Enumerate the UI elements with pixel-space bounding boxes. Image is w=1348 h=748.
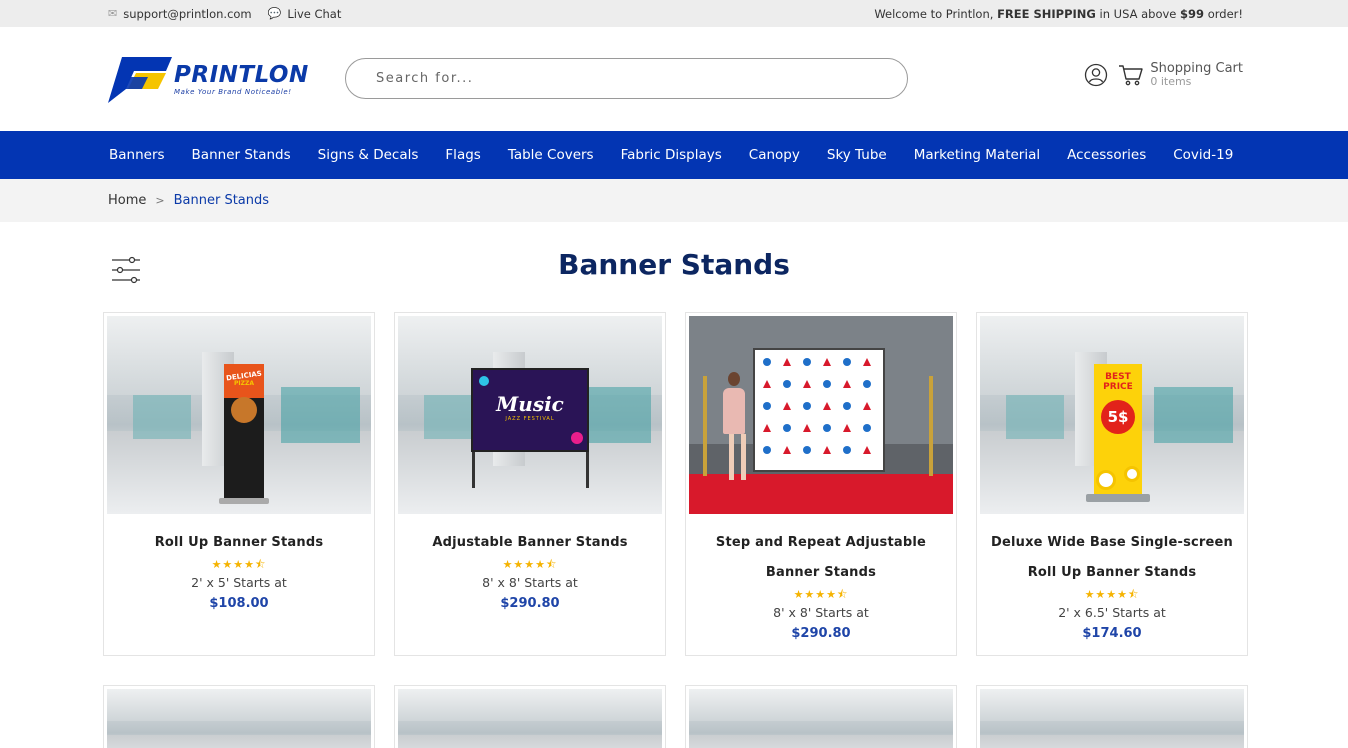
product-rating-stars: ★★★★⯪	[793, 588, 849, 601]
product-size: 8' x 8' Starts at	[773, 605, 869, 620]
product-name[interactable]: Roll Up Banner Stands	[104, 528, 374, 558]
site-header: PRINTLON Make Your Brand Noticeable! Sho…	[0, 27, 1348, 131]
breadcrumb-home[interactable]: Home	[108, 193, 146, 208]
product-rating-stars: ★★★★⯪	[1084, 588, 1140, 601]
search-input[interactable]	[376, 71, 854, 86]
product-card-step-and-repeat-adjustable-banner-stands[interactable]: Step and Repeat Adjustable Banner Stands…	[685, 312, 957, 656]
product-image[interactable]	[980, 689, 1244, 748]
nav-item-flags[interactable]: Flags	[445, 147, 480, 163]
cart-count: 0 items	[1150, 75, 1192, 88]
product-image[interactable]: BEST PRICE 5$	[980, 316, 1244, 514]
page-title: Banner Stands	[558, 248, 790, 281]
chat-icon: 💬	[267, 7, 282, 20]
nav-item-fabric-displays[interactable]: Fabric Displays	[621, 147, 722, 163]
free-shipping-text: FREE SHIPPING	[997, 6, 1096, 21]
contact-links: ✉ support@printlon.com 💬 Live Chat	[108, 7, 341, 21]
email-text: support@printlon.com	[123, 6, 252, 21]
main-nav: Banners Banner Stands Signs & Decals Fla…	[0, 131, 1348, 179]
top-bar: ✉ support@printlon.com 💬 Live Chat Welco…	[0, 0, 1348, 27]
product-name-line-1[interactable]: Step and Repeat Adjustable	[686, 528, 956, 558]
product-rating-stars: ★★★★⯪	[502, 558, 558, 571]
banner-subline: JAZZ FESTIVAL	[505, 416, 555, 422]
live-chat-text: Live Chat	[287, 6, 342, 21]
nav-item-covid-19[interactable]: Covid-19	[1173, 147, 1233, 163]
header-actions: Shopping Cart 0 items	[1084, 62, 1243, 88]
breadcrumb: Home > Banner Stands	[0, 179, 1348, 222]
shopping-cart-button[interactable]: Shopping Cart 0 items	[1118, 62, 1243, 88]
banner-headline: BEST PRICE	[1103, 372, 1133, 392]
breadcrumb-current[interactable]: Banner Stands	[174, 193, 269, 208]
nav-item-banner-stands[interactable]: Banner Stands	[192, 147, 291, 163]
user-account-icon[interactable]	[1084, 63, 1108, 87]
title-row: Banner Stands	[0, 222, 1348, 312]
nav-item-marketing-material[interactable]: Marketing Material	[914, 147, 1040, 163]
product-info: Deluxe Wide Base Single-screen Roll Up B…	[977, 514, 1247, 645]
breadcrumb-separator: >	[155, 194, 165, 207]
product-image[interactable]	[689, 689, 953, 748]
product-size: 8' x 8' Starts at	[482, 575, 578, 590]
backdrop-pattern-icon	[763, 358, 871, 454]
product-name-line-2[interactable]: Roll Up Banner Stands	[977, 558, 1247, 588]
welcome-message: Welcome to Printlon, FREE SHIPPING in US…	[874, 7, 1243, 21]
product-card-row2-2[interactable]	[394, 685, 666, 748]
banner-headline: Music	[496, 392, 564, 416]
product-card-row2-3[interactable]	[685, 685, 957, 748]
product-info: Adjustable Banner Stands ★★★★⯪ 8' x 8' S…	[395, 514, 665, 615]
shipping-threshold: $99	[1180, 6, 1205, 21]
product-image[interactable]: DELICIAS PIZZA	[107, 316, 371, 514]
welcome-prefix: Welcome to Printlon,	[874, 6, 998, 21]
cart-icon	[1119, 65, 1144, 86]
mall-background	[689, 689, 953, 748]
product-card-roll-up-banner-stands[interactable]: DELICIAS PIZZA Roll Up Banner Stands ★★★…	[103, 312, 375, 656]
banner-price-badge: 5$	[1101, 400, 1135, 434]
model-figure	[719, 372, 749, 502]
product-size: 2' x 6.5' Starts at	[1058, 605, 1166, 620]
product-card-deluxe-wide-base-roll-up[interactable]: BEST PRICE 5$ Deluxe Wide Base Single-sc…	[976, 312, 1248, 656]
banner-graphic: DELICIAS PIZZA	[224, 364, 264, 500]
product-name[interactable]: Adjustable Banner Stands	[395, 528, 665, 558]
banner-graphic: Music JAZZ FESTIVAL	[471, 368, 589, 452]
product-price: $290.80	[791, 626, 851, 641]
logo-text: PRINTLON Make Your Brand Noticeable!	[174, 63, 309, 96]
nav-item-signs-decals[interactable]: Signs & Decals	[318, 147, 419, 163]
nav-item-accessories[interactable]: Accessories	[1067, 147, 1146, 163]
logo-name: PRINTLON	[174, 61, 309, 88]
banner-graphic: BEST PRICE 5$	[1094, 364, 1142, 496]
welcome-mid: in USA above	[1095, 6, 1181, 21]
product-card-adjustable-banner-stands[interactable]: Music JAZZ FESTIVAL Adjustable Banner St…	[394, 312, 666, 656]
product-name-line-2[interactable]: Banner Stands	[686, 558, 956, 588]
mall-background	[107, 689, 371, 748]
product-card-row2-4[interactable]	[976, 685, 1248, 748]
search-box	[345, 58, 908, 99]
product-image[interactable]	[398, 689, 662, 748]
mall-background	[398, 689, 662, 748]
product-price: $108.00	[209, 596, 269, 611]
product-card-row2-1[interactable]	[103, 685, 375, 748]
product-info: Roll Up Banner Stands ★★★★⯪ 2' x 5' Star…	[104, 514, 374, 615]
product-price: $174.60	[1082, 626, 1142, 641]
nav-item-table-covers[interactable]: Table Covers	[508, 147, 594, 163]
product-price: $290.80	[500, 596, 560, 611]
step-repeat-backdrop	[753, 348, 885, 472]
cart-text: Shopping Cart 0 items	[1150, 62, 1243, 88]
email-link[interactable]: ✉ support@printlon.com	[108, 7, 252, 21]
logo-mark-icon	[108, 57, 172, 103]
product-image[interactable]: Music JAZZ FESTIVAL	[398, 316, 662, 514]
product-name-line-1[interactable]: Deluxe Wide Base Single-screen	[977, 528, 1247, 558]
logo-tagline: Make Your Brand Noticeable!	[174, 87, 292, 96]
mall-background	[980, 689, 1244, 748]
site-logo[interactable]: PRINTLON Make Your Brand Noticeable!	[108, 55, 346, 103]
product-rating-stars: ★★★★⯪	[211, 558, 267, 571]
product-image[interactable]	[689, 316, 953, 514]
nav-item-banners[interactable]: Banners	[109, 147, 165, 163]
nav-item-sky-tube[interactable]: Sky Tube	[827, 147, 887, 163]
mail-icon: ✉	[108, 7, 118, 20]
product-size: 2' x 5' Starts at	[191, 575, 287, 590]
nav-item-canopy[interactable]: Canopy	[749, 147, 800, 163]
live-chat-link[interactable]: 💬 Live Chat	[268, 7, 342, 21]
welcome-suffix: order!	[1204, 6, 1243, 21]
product-image[interactable]	[107, 689, 371, 748]
cart-title: Shopping Cart	[1150, 61, 1243, 76]
product-info: Step and Repeat Adjustable Banner Stands…	[686, 514, 956, 645]
